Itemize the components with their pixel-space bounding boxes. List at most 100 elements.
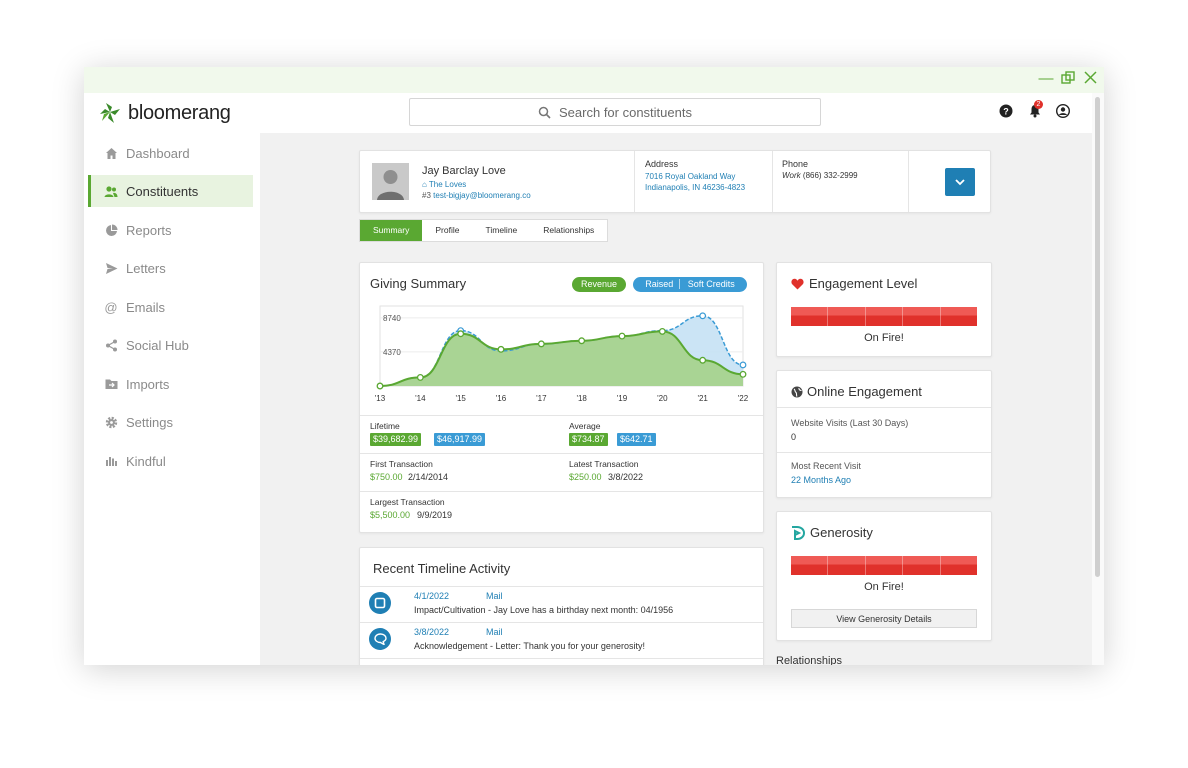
activity-date[interactable]: 4/1/2022 [414, 591, 449, 601]
largest-transaction-date: 9/9/2019 [417, 510, 453, 520]
sidebar-item-emails[interactable]: @ Emails [88, 291, 253, 323]
pie-chart-icon [104, 223, 118, 237]
average-label: Average [569, 421, 601, 431]
tab-relationships[interactable]: Relationships [530, 220, 607, 241]
divider [360, 453, 763, 454]
lifetime-revenue-chip: $39,682.99 [370, 433, 422, 446]
first-transaction-label: First Transaction [370, 459, 433, 469]
generosity-status: On Fire! [864, 581, 904, 593]
relationships-heading: Relationships [776, 655, 843, 665]
address-line2[interactable]: Indianapolis, IN 46236-4823 [645, 182, 745, 193]
largest-transaction-amount: $5,500.00 [370, 510, 411, 520]
user-account-icon[interactable] [1056, 104, 1070, 118]
close-icon[interactable] [1082, 71, 1098, 87]
constituent-name: Jay Barclay Love [422, 165, 506, 177]
phone-type: Work [782, 171, 801, 180]
sidebar-item-social-hub[interactable]: Social Hub [88, 329, 253, 361]
online-engagement-card: Online Engagement Website Visits (Last 3… [776, 370, 992, 498]
address-label: Address [645, 159, 679, 169]
sidebar-item-label: Emails [126, 299, 166, 315]
engagement-level-card: Engagement Level On Fire! [776, 262, 992, 357]
sidebar-item-imports[interactable]: Imports [88, 368, 253, 400]
home-icon: ⌂ [422, 180, 429, 189]
app-logo[interactable]: bloomerang [98, 101, 231, 125]
generosity-card: Generosity On Fire! View Generosity Deta… [776, 511, 992, 641]
sidebar-item-label: Reports [126, 222, 172, 238]
list-item[interactable] [360, 658, 763, 665]
at-icon: @ [104, 299, 118, 315]
list-item[interactable]: 3/8/2022 Mail Acknowledgement - Letter: … [360, 622, 763, 659]
activity-type[interactable]: Mail [486, 627, 503, 637]
constituent-number: #3 [422, 191, 431, 200]
minimize-icon[interactable]: — [1038, 71, 1054, 87]
y-tick-label: 4370 [383, 348, 401, 357]
view-generosity-details-button[interactable]: View Generosity Details [791, 609, 977, 628]
divider [634, 151, 635, 212]
gear-icon [104, 415, 118, 429]
average-revenue-chip: $734.87 [569, 433, 608, 446]
revenue-point [537, 340, 545, 348]
sidebar-item-dashboard[interactable]: Dashboard [88, 137, 253, 169]
x-tick-label: '15 [455, 394, 466, 403]
activity-type[interactable]: Mail [486, 591, 503, 601]
scrollbar-thumb[interactable] [1095, 97, 1100, 577]
activity-date[interactable]: 3/8/2022 [414, 627, 449, 637]
x-tick-label: '22 [738, 394, 749, 403]
tab-profile[interactable]: Profile [422, 220, 472, 241]
raised-point [699, 312, 707, 320]
revenue-point [739, 370, 747, 378]
revenue-point [658, 327, 666, 335]
most-recent-visit-value[interactable]: 22 Months Ago [791, 475, 851, 485]
divider [360, 491, 763, 492]
top-bar: bloomerang Search for constituents ? 2 [84, 93, 1104, 133]
globe-icon [791, 386, 803, 398]
x-tick-label: '20 [657, 394, 668, 403]
website-visits-value: 0 [791, 432, 797, 442]
people-icon [104, 184, 118, 198]
sidebar-item-label: Kindful [126, 453, 166, 469]
household-link[interactable]: ⌂ The Loves [422, 180, 466, 189]
sidebar-item-kindful[interactable]: Kindful [88, 445, 253, 477]
scrollbar[interactable] [1092, 93, 1104, 665]
revenue-point [618, 332, 626, 340]
avatar[interactable] [372, 163, 409, 200]
sidebar-item-reports[interactable]: Reports [88, 214, 253, 246]
email-link[interactable]: test-bigjay@bloomerang.co [433, 191, 531, 200]
share-icon [104, 338, 118, 352]
home-icon [104, 146, 118, 160]
tab-summary[interactable]: Summary [360, 220, 423, 241]
search-input[interactable]: Search for constituents [409, 98, 821, 126]
address-line1[interactable]: 7016 Royal Oakland Way [645, 171, 735, 182]
phone-number[interactable]: (866) 332-2999 [803, 171, 858, 180]
sidebar-item-label: Settings [126, 414, 173, 430]
engagement-level-title: Engagement Level [809, 276, 918, 291]
recent-timeline-title: Recent Timeline Activity [373, 561, 511, 576]
most-recent-visit-label: Most Recent Visit [791, 461, 861, 471]
x-tick-label: '19 [617, 394, 628, 403]
help-icon[interactable]: ? [999, 104, 1013, 118]
restore-icon[interactable] [1060, 71, 1076, 87]
generosity-logo-icon [792, 526, 805, 540]
engagement-meter [791, 307, 978, 326]
sidebar-item-settings[interactable]: Settings [88, 406, 253, 438]
list-item[interactable]: 4/1/2022 Mail Impact/Cultivation - Jay L… [360, 586, 763, 623]
tab-timeline[interactable]: Timeline [472, 220, 530, 241]
send-icon [104, 261, 118, 275]
lifetime-raised-chip: $46,917.99 [434, 433, 486, 446]
revenue-point [497, 345, 505, 353]
divider [777, 407, 991, 408]
x-tick-label: '16 [496, 394, 507, 403]
divider [908, 151, 909, 212]
sidebar-item-constituents[interactable]: Constituents [88, 175, 253, 207]
divider [777, 452, 991, 453]
actions-dropdown-button[interactable] [945, 168, 975, 196]
x-tick-label: '13 [375, 394, 386, 403]
chevron-down-icon [955, 178, 965, 185]
lifetime-label: Lifetime [370, 421, 400, 431]
chat-bubble-icon [369, 628, 391, 650]
search-icon [538, 106, 551, 119]
heart-icon [791, 278, 804, 290]
sidebar-item-label: Dashboard [126, 145, 190, 161]
notification-badge: 2 [1034, 100, 1043, 109]
sidebar-item-letters[interactable]: Letters [88, 252, 253, 284]
